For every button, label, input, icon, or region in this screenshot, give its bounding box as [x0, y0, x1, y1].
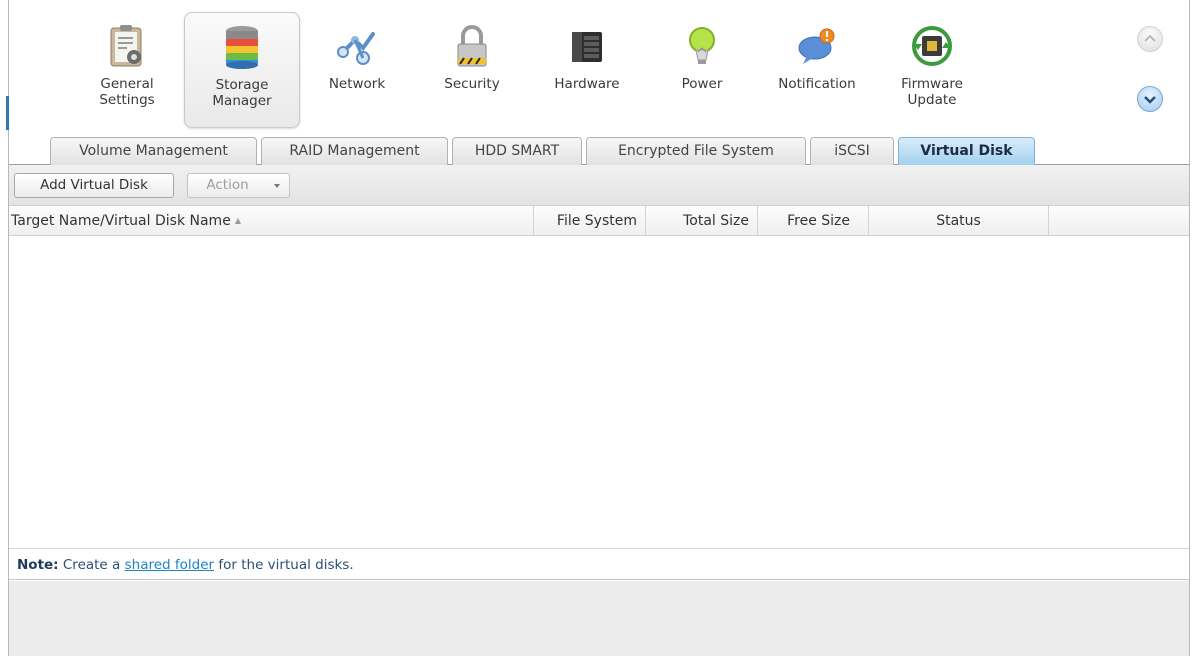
action-bar: Add Virtual Disk Action — [9, 165, 1189, 206]
virtual-disk-table-body — [9, 237, 1189, 549]
lock-icon — [448, 22, 496, 70]
note-text-before: Create a — [58, 557, 125, 573]
toolbar-item-label: Power — [681, 76, 723, 92]
chevron-down-icon — [1144, 96, 1156, 104]
note-prefix: Note: — [17, 557, 59, 573]
toolbar-item-power[interactable]: Power — [644, 12, 760, 128]
toolbar-item-general-settings[interactable]: General Settings — [69, 12, 185, 128]
storage-tabs: Volume Management RAID Management HDD SM… — [9, 135, 1189, 167]
storage-manager-icon — [218, 23, 266, 71]
column-header-free-size[interactable]: Free Size — [758, 206, 869, 236]
column-header-file-system[interactable]: File System — [534, 206, 646, 236]
toolbar-item-firmware-update[interactable]: Firmware Update — [874, 12, 990, 128]
column-header-filler — [1049, 206, 1189, 236]
chevron-up-icon — [1144, 34, 1156, 42]
notification-bubble-icon — [793, 22, 841, 70]
column-header-target-name[interactable]: Target Name/Virtual Disk Name ▲ — [9, 206, 534, 236]
tab-iscsi[interactable]: iSCSI — [810, 137, 894, 165]
toolbar-item-label: Firmware Update — [901, 76, 963, 108]
scroll-up-button[interactable] — [1137, 26, 1163, 52]
caret-down-icon — [274, 184, 280, 188]
virtual-disk-table-header: Target Name/Virtual Disk Name ▲ File Syst… — [9, 206, 1189, 236]
sort-ascending-icon: ▲ — [234, 216, 241, 225]
tab-encrypted-file-system[interactable]: Encrypted File System — [586, 137, 806, 165]
firmware-chip-icon — [908, 22, 956, 70]
tab-virtual-disk[interactable]: Virtual Disk — [898, 137, 1035, 167]
footer-panel — [9, 581, 1189, 656]
column-header-label: Target Name/Virtual Disk Name — [11, 213, 231, 229]
hardware-icon — [563, 22, 611, 70]
toolbar-item-label: Hardware — [554, 76, 620, 92]
action-dropdown[interactable]: Action — [187, 173, 290, 198]
tab-raid-management[interactable]: RAID Management — [261, 137, 448, 165]
scroll-down-button[interactable] — [1137, 86, 1163, 112]
toolbar-item-label: Security — [444, 76, 500, 92]
note-bar: Note: Create a shared folder for the vir… — [9, 550, 1189, 580]
tab-volume-management[interactable]: Volume Management — [50, 137, 257, 165]
toolbar-item-label: Network — [328, 76, 386, 92]
toolbar-item-label: Notification — [778, 76, 856, 92]
toolbar-item-security[interactable]: Security — [414, 12, 530, 128]
column-header-status[interactable]: Status — [869, 206, 1049, 236]
toolbar-item-hardware[interactable]: Hardware — [529, 12, 645, 128]
control-panel-toolbar: General Settings Storage Manager Network… — [9, 0, 1189, 135]
toolbar-item-storage-manager[interactable]: Storage Manager — [184, 12, 300, 128]
right-frame-border — [1189, 0, 1190, 656]
toolbar-item-notification[interactable]: Notification — [759, 12, 875, 128]
action-dropdown-label: Action — [206, 177, 249, 193]
general-settings-icon — [103, 22, 151, 70]
tab-hdd-smart[interactable]: HDD SMART — [452, 137, 582, 165]
shared-folder-link[interactable]: shared folder — [125, 557, 214, 573]
network-icon — [333, 22, 381, 70]
note-text-after: for the virtual disks. — [214, 557, 354, 573]
toolbar-item-label: Storage Manager — [212, 77, 272, 109]
toolbar-item-network[interactable]: Network — [299, 12, 415, 128]
column-header-total-size[interactable]: Total Size — [646, 206, 758, 236]
lightbulb-icon — [678, 22, 726, 70]
toolbar-item-label: General Settings — [99, 76, 155, 108]
add-virtual-disk-button[interactable]: Add Virtual Disk — [14, 173, 174, 198]
